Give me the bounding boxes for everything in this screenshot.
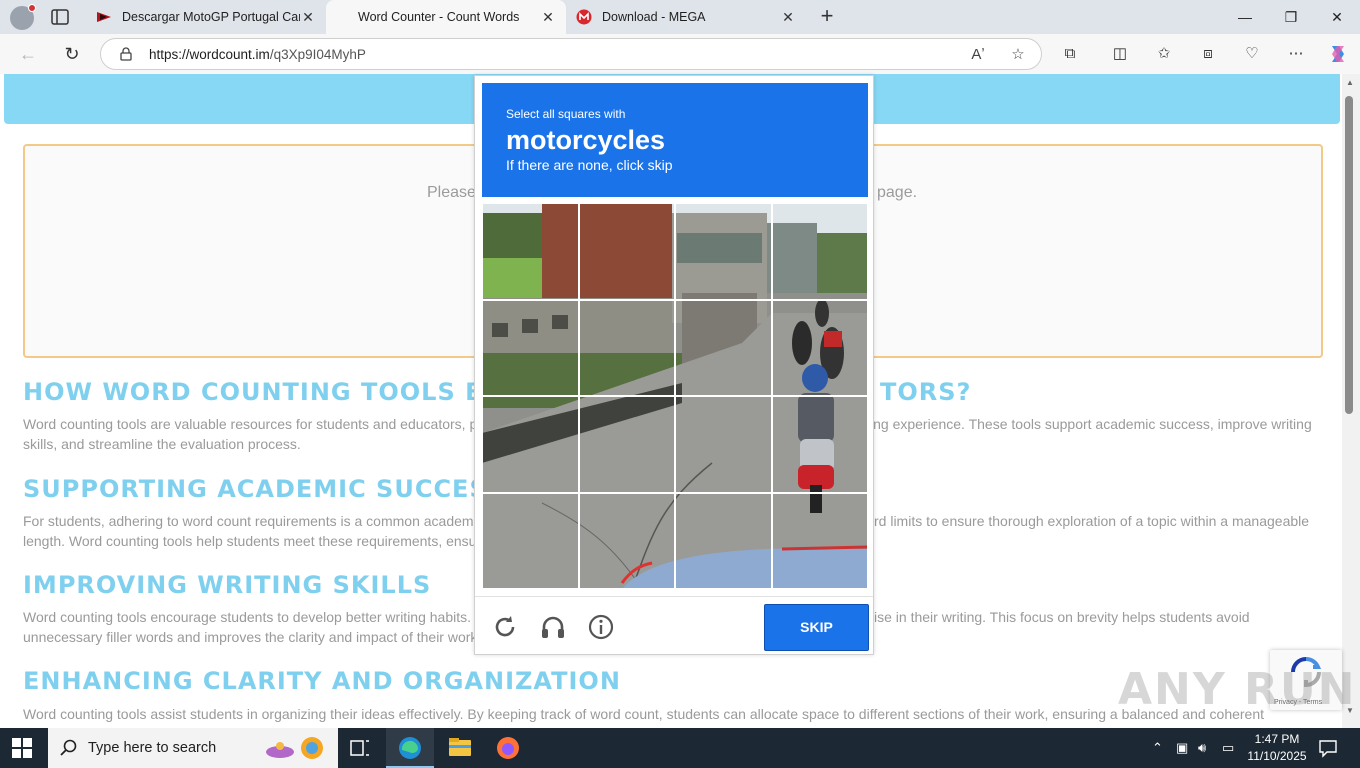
clock-time: 1:47 PM bbox=[1254, 732, 1300, 746]
grid-tile[interactable] bbox=[771, 203, 868, 300]
grid-tile[interactable] bbox=[578, 492, 675, 589]
grid-tile[interactable] bbox=[771, 299, 868, 396]
clock-date: 11/10/2025 bbox=[1247, 749, 1307, 763]
grid-tile[interactable] bbox=[482, 396, 579, 493]
image-grid bbox=[482, 203, 868, 589]
scroll-up-icon[interactable]: ▲ bbox=[1346, 78, 1354, 87]
profile-avatar[interactable] bbox=[10, 4, 36, 30]
tab-title: Descargar MotoGP Portugal Carre bbox=[122, 10, 300, 24]
section-paragraph-tail: ise in their writing. This focus on brev… bbox=[874, 609, 1250, 625]
notification-dot bbox=[28, 4, 36, 12]
grid-tile[interactable] bbox=[771, 492, 868, 589]
section-paragraph-tail: rd limits to ensure thorough exploration… bbox=[874, 513, 1310, 529]
task-view-icon[interactable] bbox=[336, 728, 384, 768]
file-explorer-icon[interactable] bbox=[436, 728, 484, 768]
section-heading: SUPPORTING ACADEMIC SUCCESS bbox=[23, 475, 505, 503]
section-paragraph: Word counting tools are valuable resourc… bbox=[23, 416, 478, 432]
tab-mega[interactable]: Download - MEGA ✕ bbox=[566, 0, 806, 34]
section-paragraph-line: length. Word counting tools help student… bbox=[23, 533, 477, 549]
collections-icon[interactable]: ⧈ bbox=[1196, 42, 1220, 66]
grid-tile[interactable] bbox=[578, 396, 675, 493]
audio-challenge-icon[interactable] bbox=[539, 613, 567, 641]
textarea-placeholder-right: page. bbox=[877, 184, 918, 201]
recaptcha-challenge: Select all squares with motorcycles If t… bbox=[474, 75, 874, 655]
scrollbar-thumb[interactable] bbox=[1345, 96, 1353, 414]
anyrun-watermark: ANY RUN bbox=[1118, 664, 1357, 715]
back-button[interactable]: ← bbox=[14, 40, 42, 68]
section-paragraph-tail: ing experience. These tools support acad… bbox=[870, 416, 1312, 432]
challenge-footer: SKIP bbox=[475, 596, 873, 656]
tray-overflow-icon[interactable]: ⌃ bbox=[1152, 740, 1163, 756]
notifications-icon[interactable] bbox=[1318, 738, 1338, 758]
challenge-hint: If there are none, click skip bbox=[506, 157, 673, 173]
close-tab-icon[interactable]: ✕ bbox=[540, 9, 556, 26]
refresh-button[interactable]: ↻ bbox=[58, 40, 86, 68]
browser-essentials-icon[interactable]: ♡ bbox=[1240, 42, 1264, 66]
tab-title: Word Counter - Count Words bbox=[358, 10, 520, 24]
search-placeholder: Type here to search bbox=[88, 740, 217, 756]
taskbar-search[interactable]: Type here to search bbox=[48, 728, 338, 768]
close-tab-icon[interactable]: ✕ bbox=[780, 9, 796, 26]
section-heading-tail: TORS? bbox=[880, 378, 972, 406]
windows-start-icon[interactable] bbox=[12, 738, 32, 758]
info-icon[interactable] bbox=[587, 613, 615, 641]
url-text: https://wordcount.im/q3Xp9I04MyhP bbox=[149, 47, 366, 62]
section-paragraph: For students, adhering to word count req… bbox=[23, 513, 474, 529]
favorite-star-icon[interactable]: ☆ bbox=[1007, 44, 1029, 66]
tab-actions-icon[interactable] bbox=[50, 8, 70, 26]
challenge-target: motorcycles bbox=[506, 125, 666, 155]
tab-strip: Descargar MotoGP Portugal Carre ✕ Word C… bbox=[0, 0, 1360, 34]
challenge-header: Select all squares with motorcycles If t… bbox=[482, 83, 868, 197]
address-bar[interactable]: https://wordcount.im/q3Xp9I04MyhP Aʼ ☆ bbox=[100, 38, 1042, 70]
page-scrollbar[interactable]: ▲ ▼ bbox=[1342, 74, 1360, 728]
restore-button[interactable]: ❐ bbox=[1268, 0, 1314, 34]
system-clock[interactable]: 1:47 PM 11/10/2025 bbox=[1246, 731, 1308, 765]
section-paragraph: Word counting tools encourage students t… bbox=[23, 609, 472, 625]
section-heading: ENHANCING CLARITY AND ORGANIZATION bbox=[23, 667, 621, 695]
grid-tile[interactable] bbox=[578, 203, 675, 300]
split-screen-icon[interactable]: ◫ bbox=[1108, 42, 1132, 66]
section-paragraph-line: unnecessary filler words and improves th… bbox=[23, 629, 478, 645]
copilot-icon[interactable] bbox=[1326, 42, 1350, 66]
section-heading: HOW WORD COUNTING TOOLS BE bbox=[23, 378, 502, 406]
motogp-icon bbox=[97, 12, 111, 22]
tab-word-counter[interactable]: Word Counter - Count Words ✕ bbox=[326, 0, 566, 34]
more-menu-icon[interactable]: ⋯ bbox=[1284, 42, 1308, 66]
tab-title: Download - MEGA bbox=[602, 10, 706, 24]
skip-button[interactable]: SKIP bbox=[764, 604, 869, 651]
challenge-instruction: Select all squares with bbox=[506, 107, 626, 121]
meet-now-icon[interactable]: ▣ bbox=[1176, 740, 1188, 756]
taskbar: Type here to search ⌃ ▣ 🔊︎ ▭ 1:47 PM 11/… bbox=[0, 728, 1360, 768]
grid-tile[interactable] bbox=[578, 299, 675, 396]
section-heading: IMPROVING WRITING SKILLS bbox=[23, 571, 432, 599]
grid-tile[interactable] bbox=[482, 203, 579, 300]
close-window-button[interactable]: ✕ bbox=[1314, 0, 1360, 34]
firefox-icon[interactable] bbox=[484, 728, 532, 768]
extensions-icon[interactable]: ⧉ bbox=[1058, 42, 1082, 66]
grid-tile[interactable] bbox=[675, 203, 772, 300]
minimize-button[interactable]: — bbox=[1222, 0, 1268, 34]
lock-icon[interactable] bbox=[119, 47, 133, 61]
network-icon[interactable]: ▭ bbox=[1222, 740, 1234, 756]
reload-icon[interactable] bbox=[491, 613, 519, 641]
grid-tile[interactable] bbox=[675, 396, 772, 493]
read-aloud-icon[interactable]: Aʼ bbox=[967, 44, 989, 66]
search-highlight-icon bbox=[266, 737, 323, 759]
grid-tile[interactable] bbox=[675, 492, 772, 589]
mega-icon bbox=[576, 9, 592, 25]
new-tab-button[interactable]: + bbox=[814, 4, 840, 30]
edge-taskbar-icon[interactable] bbox=[386, 728, 434, 768]
textarea-placeholder-left: Please bbox=[427, 184, 476, 201]
search-icon bbox=[60, 739, 77, 756]
favorites-icon[interactable]: ✩ bbox=[1152, 42, 1176, 66]
navigation-bar: ← ↻ https://wordcount.im/q3Xp9I04MyhP Aʼ… bbox=[0, 34, 1360, 74]
grid-tile[interactable] bbox=[482, 299, 579, 396]
grid-tile[interactable] bbox=[675, 299, 772, 396]
close-tab-icon[interactable]: ✕ bbox=[300, 9, 316, 26]
tab-motogp[interactable]: Descargar MotoGP Portugal Carre ✕ bbox=[86, 0, 326, 34]
volume-icon[interactable]: 🔊︎ bbox=[1198, 740, 1206, 756]
grid-tile[interactable] bbox=[482, 492, 579, 589]
grid-tile[interactable] bbox=[771, 396, 868, 493]
